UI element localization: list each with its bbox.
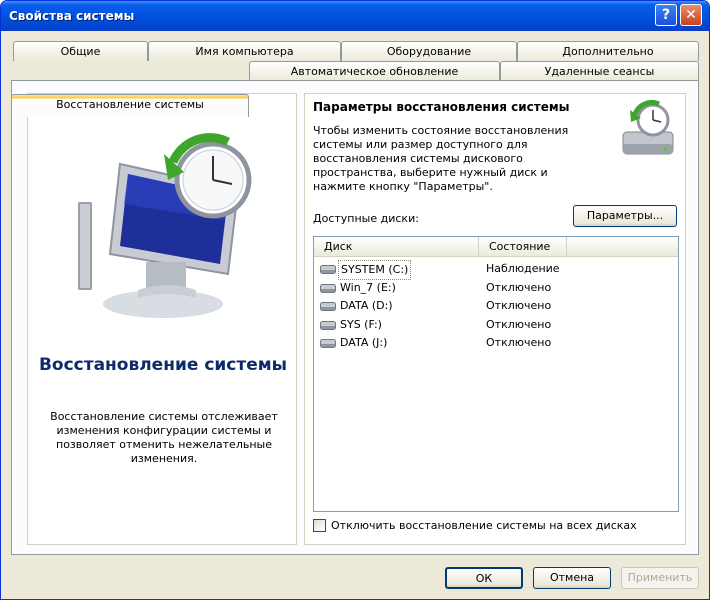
restore-title: Восстановление системы [38,355,288,375]
apply-button[interactable]: Применить [621,567,699,589]
disk-row[interactable]: DATA (J:) Отключено [314,334,678,352]
drive-icon [320,284,336,293]
drive-icon [320,265,336,274]
ok-button[interactable]: ОК [445,567,523,589]
column-state-header[interactable]: Состояние [479,237,567,256]
disk-state: Отключено [486,318,552,331]
left-info-pane: Восстановление системы Восстановление си… [27,93,297,545]
restore-drive-icon [622,100,674,155]
disk-state: Отключено [486,299,552,312]
disable-restore-checkbox[interactable] [313,519,326,532]
disk-name: SYSTEM (C:) [338,260,412,280]
tab-computer-name[interactable]: Имя компьютера [148,41,341,61]
tab-general[interactable]: Общие [13,41,148,61]
disk-state: Наблюдение [486,262,560,275]
disk-row[interactable]: DATA (D:) Отключено [314,297,678,315]
disable-restore-label[interactable]: Отключить восстановление системы на всех… [331,519,637,532]
right-settings-pane: Параметры восстановления системы Чтобы и… [304,93,686,545]
disk-name: DATA (J:) [340,336,388,349]
disk-row[interactable]: SYSTEM (C:) Наблюдение [314,260,678,280]
cancel-button[interactable]: Отмена [533,567,611,589]
help-button[interactable]: ? [655,4,677,26]
drive-icon [320,339,336,348]
disk-state: Отключено [486,281,552,294]
list-header: Диск Состояние [314,237,678,257]
tab-panel: Восстановление системы Восстановление си… [11,80,699,555]
settings-heading: Параметры восстановления системы [313,100,570,114]
tab-advanced[interactable]: Дополнительно [517,41,699,61]
tab-automatic-updates[interactable]: Автоматическое обновление [249,61,500,81]
system-properties-window: Свойства системы ? ✕ Общие Имя компьютер… [0,0,710,600]
drive-icon [320,321,336,330]
tab-remote[interactable]: Удаленные сеансы [500,61,699,81]
parameters-button[interactable]: Параметры... [573,205,677,227]
title-bar[interactable]: Свойства системы ? ✕ [1,1,709,31]
system-restore-monitor-icon [78,133,252,318]
tab-hardware[interactable]: Оборудование [341,41,517,61]
close-button[interactable]: ✕ [680,4,702,26]
disk-name: Win_7 (E:) [340,281,396,294]
disk-row[interactable]: Win_7 (E:) Отключено [314,279,678,297]
column-disk-header[interactable]: Диск [314,237,479,256]
disk-name: DATA (D:) [340,299,393,312]
disk-state: Отключено [486,336,552,349]
window-title: Свойства системы [9,9,135,23]
disk-row[interactable]: SYS (F:) Отключено [314,316,678,334]
restore-description: Восстановление системы отслеживает измен… [50,410,278,465]
drive-icon [320,302,336,311]
disk-name: SYS (F:) [340,318,382,331]
available-disks-label: Доступные диски: [313,212,419,225]
tab-strip: Общие Имя компьютера Оборудование Дополн… [1,37,709,117]
disk-list[interactable]: Диск Состояние SYSTEM (C:) Наблюдение Wi… [313,236,679,512]
tab-system-restore[interactable]: Восстановление системы [11,94,249,117]
settings-description: Чтобы изменить состояние восстановления … [313,124,569,193]
